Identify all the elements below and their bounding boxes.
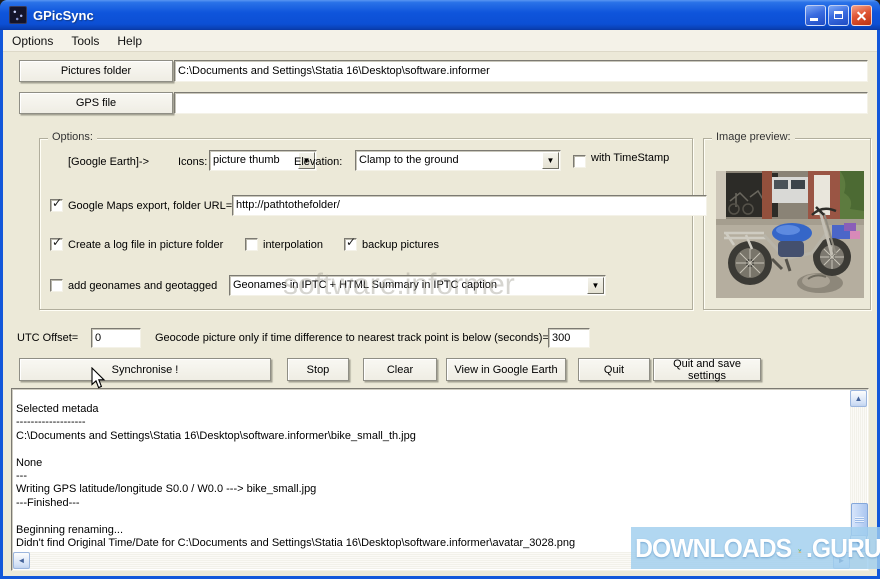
gmaps-export-checkbox[interactable]: ✓ — [50, 196, 63, 212]
stop-button[interactable]: Stop — [287, 358, 349, 381]
quit-button[interactable]: Quit — [578, 358, 650, 381]
logfile-label: Create a log file in picture folder — [68, 239, 224, 251]
clear-button[interactable]: Clear — [363, 358, 437, 381]
menubar: Options Tools Help — [3, 30, 877, 52]
icons-label: Icons: — [178, 156, 208, 168]
gmaps-url-input[interactable]: http://pathtothefolder/ — [232, 195, 707, 216]
log-line: Writing GPS latitude/longitude S0.0 / W0… — [16, 483, 317, 496]
image-preview-label: Image preview: — [712, 131, 795, 143]
minimize-icon — [810, 18, 818, 21]
image-preview-group: Image preview: — [703, 131, 871, 310]
gmaps-export-label: Google Maps export, folder URL= — [68, 200, 233, 212]
app-icon — [9, 6, 27, 24]
elevation-dropdown-value: Clamp to the ground — [359, 154, 459, 166]
gps-file-button[interactable]: GPS file — [19, 92, 173, 114]
app-window: GPicSync Options Tools Help Pictures fol… — [0, 0, 880, 579]
minimize-button[interactable] — [805, 5, 826, 26]
preview-photo — [716, 171, 864, 298]
utc-offset-label: UTC Offset= — [17, 332, 79, 344]
menu-tools[interactable]: Tools — [62, 32, 108, 50]
download-arrow-icon — [798, 549, 802, 553]
elevation-dropdown[interactable]: Clamp to the ground ▼ — [355, 150, 561, 171]
logfile-checkbox[interactable]: ✓ — [50, 235, 63, 251]
geonames-checkbox[interactable] — [50, 279, 63, 292]
view-in-google-earth-button[interactable]: View in Google Earth — [446, 358, 566, 381]
menu-options[interactable]: Options — [3, 32, 62, 50]
maximize-icon — [834, 11, 843, 19]
mouse-cursor-icon — [91, 367, 106, 389]
pictures-folder-button[interactable]: Pictures folder — [19, 60, 173, 82]
geonames-label: add geonames and geotagged — [68, 280, 218, 292]
options-group-label: Options: — [48, 131, 97, 143]
log-line: None — [16, 456, 43, 469]
geocode-threshold-label: Geocode picture only if time difference … — [155, 332, 549, 344]
scroll-up-button[interactable]: ▲ — [850, 390, 867, 407]
banner-tld: .GURU — [806, 532, 880, 563]
chevron-down-icon[interactable]: ▼ — [542, 152, 559, 169]
window-title: GPicSync — [33, 7, 94, 23]
elevation-label: Elevation: — [294, 156, 343, 168]
log-line: ---Finished--- — [16, 496, 80, 509]
gps-file-input[interactable] — [174, 92, 868, 114]
scroll-left-button[interactable]: ◄ — [13, 552, 30, 569]
close-button[interactable] — [851, 5, 872, 26]
interpolation-label: interpolation — [263, 239, 323, 251]
menu-help[interactable]: Help — [108, 32, 151, 50]
backup-pictures-label: backup pictures — [362, 239, 440, 251]
log-line: ------------------- — [16, 416, 86, 429]
backup-pictures-checkbox[interactable]: ✓ — [344, 235, 357, 251]
synchronise-button[interactable]: Synchronise ! — [19, 358, 271, 381]
utc-offset-input[interactable]: 0 — [91, 328, 141, 348]
chevron-down-icon[interactable]: ▼ — [587, 277, 604, 294]
maximize-button[interactable] — [828, 5, 849, 26]
banner-name: DOWNLOADS — [635, 532, 792, 563]
downloads-guru-watermark: DOWNLOADS .GURU — [631, 527, 880, 569]
pictures-folder-input[interactable]: C:\Documents and Settings\Statia 16\Desk… — [174, 60, 868, 82]
timestamp-checkbox[interactable] — [573, 155, 586, 168]
titlebar[interactable]: GPicSync — [0, 0, 880, 30]
interpolation-checkbox[interactable] — [245, 238, 258, 251]
log-line: Selected metada — [16, 403, 99, 415]
timestamp-label: with TimeStamp — [591, 152, 670, 164]
log-line: C:\Documents and Settings\Statia 16\Desk… — [16, 429, 416, 442]
log-line: --- — [16, 470, 27, 483]
google-earth-label: [Google Earth]-> — [68, 156, 150, 168]
quit-and-save-button[interactable]: Quit and save settings — [653, 358, 761, 382]
icons-dropdown-value: picture thumb — [213, 154, 280, 166]
software-informer-watermark: software.informer — [283, 268, 515, 301]
geocode-threshold-input[interactable]: 300 — [548, 328, 590, 348]
